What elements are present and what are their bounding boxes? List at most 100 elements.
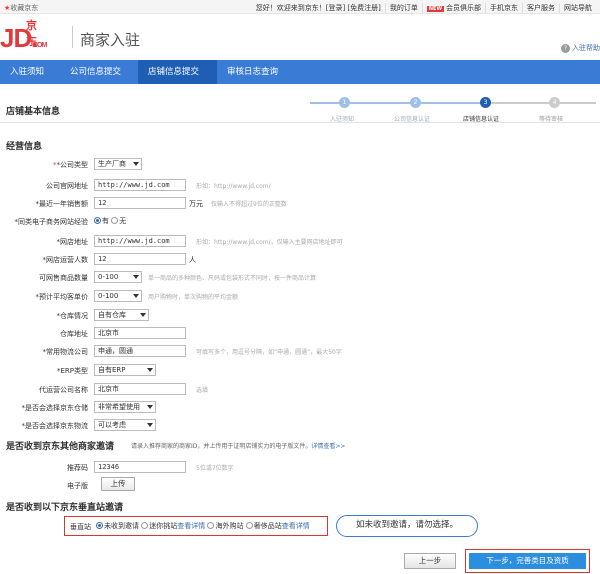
warehouse-label: *仓库情况: [56, 312, 89, 320]
turnover-hint: 仅输入不得超过9位的正整数: [211, 201, 287, 208]
company-type-label: **公司类型: [53, 161, 88, 169]
step-label-4: 等待审核: [539, 116, 564, 123]
jd-logo[interactable]: JD. 京东 COM: [0, 20, 47, 54]
agency-hint: 选填: [196, 387, 209, 394]
avg-price-hint: 用户购物时，单次购物的平均金额: [148, 294, 239, 301]
referral-code-input[interactable]: 12346: [94, 461, 186, 473]
step-line-done: [310, 102, 486, 104]
website-label: 公司官网地址: [46, 182, 88, 190]
warehouse-addr-input[interactable]: 北京市: [94, 327, 186, 339]
top-bar: ★收藏京东 您好！欢迎来到京东！[登录] [免费注册] 我的订单 NEW 会员俱乐…: [0, 0, 600, 14]
progress-steps: 1 2 3 4 入驻须知 公司信息认证 店铺信息认证 等待审核: [310, 97, 600, 127]
radio-no-invite[interactable]: [96, 522, 103, 529]
shop-url-hint: 形如：http://www.jd.com/，仅输入主要网店地址即可: [196, 239, 343, 246]
site-nav-link[interactable]: 网站导航: [560, 3, 596, 13]
chevron-down-icon: [147, 368, 153, 372]
erp-select[interactable]: 自有ERP: [94, 364, 156, 376]
vertical-label: 垂直站: [70, 523, 91, 531]
invite-desc: 请录入推荐商家的商家ID，并上传用于证明店铺实力的电子版文件。详情查看>>: [131, 443, 346, 450]
shop-url-input[interactable]: http://www.jd.com: [94, 235, 186, 247]
radio-overseas-site[interactable]: [207, 522, 215, 529]
customer-service-link[interactable]: 客户服务: [523, 3, 560, 13]
step-dot-2: 2: [410, 97, 421, 108]
ops-count-label: *网店运营人数: [42, 256, 89, 264]
step-dot-3: 3: [480, 97, 491, 108]
warehouse-addr-label: 仓库地址: [60, 330, 88, 338]
turnover-input[interactable]: 12: [94, 197, 186, 209]
jd-logistics-label: *是否会选择京东物流: [21, 422, 89, 430]
main-nav: 入驻须知 公司信息提交 店铺信息提交 审核日志查询: [0, 60, 600, 84]
page-title: 商家入驻: [80, 32, 141, 49]
chevron-down-icon: [147, 405, 153, 409]
ecommerce-exp-label: *同类电子商务网站经验: [14, 218, 89, 226]
agency-label: 代运营公司名称: [39, 386, 88, 394]
jd-warehouse-select[interactable]: 非常希望使用: [94, 401, 156, 413]
upload-button[interactable]: 上传: [101, 477, 135, 491]
mini-site-detail-link[interactable]: 查看详情: [177, 522, 205, 530]
step-line-todo: [486, 102, 596, 104]
referral-code-label: 推荐码: [67, 464, 88, 472]
invite-detail-link[interactable]: 详情查看>>: [311, 443, 345, 450]
callout-bubble: 如未收到邀请，请勿选择。: [336, 515, 478, 537]
ecommerce-exp-radios: 有 无: [94, 216, 126, 226]
chevron-down-icon: [140, 313, 146, 317]
section-title: 店铺基本信息: [6, 107, 61, 117]
step-dot-1: 1: [339, 97, 350, 108]
sku-count-label: 可网售商品数量: [39, 274, 88, 282]
sku-count-hint: 单一商品的多种颜色、尺码或包装形式不同时，按一件商品计算: [148, 275, 317, 282]
referral-code-hint: 5位或7位数字: [196, 465, 234, 472]
radio-no[interactable]: [111, 217, 119, 224]
radio-mini-site[interactable]: [141, 522, 149, 529]
question-icon: ?: [561, 44, 570, 53]
turnover-unit: 万元: [189, 200, 203, 208]
logistics-hint: 可填写多个，用逗号分隔，如“申通，圆通”，最大50字: [196, 349, 342, 356]
logo-divider: [72, 26, 73, 48]
ops-count-input[interactable]: 12: [94, 253, 186, 265]
chevron-down-icon: [133, 275, 139, 279]
website-input[interactable]: http://www.jd.com: [94, 179, 186, 191]
company-type-select[interactable]: 生产厂商: [94, 158, 142, 170]
my-orders-link[interactable]: 我的订单: [386, 3, 423, 13]
logistics-input[interactable]: 申通，圆通: [94, 345, 186, 357]
jd-warehouse-label: *是否会选择京东仓储: [21, 404, 89, 412]
chevron-down-icon: [147, 423, 153, 427]
new-badge: NEW: [426, 6, 444, 12]
operation-title: 经营信息: [6, 142, 43, 152]
avg-price-select[interactable]: 0-100: [94, 290, 142, 302]
next-button[interactable]: 下一步，完善类目及资质: [469, 553, 586, 569]
tab-notice[interactable]: 入驻须知: [0, 60, 60, 84]
turnover-label: *最近一年销售额: [35, 200, 89, 208]
logistics-label: *常用物流公司: [42, 348, 89, 356]
sku-count-select[interactable]: 0-100: [94, 271, 142, 283]
invite-title: 是否收到京东其他商家邀请: [6, 442, 115, 452]
website-hint: 形如：http://www.jd.com/: [196, 183, 271, 190]
top-links: 您好！欢迎来到京东！[登录] [免费注册] 我的订单 NEW 会员俱乐部 手机京东…: [252, 3, 596, 13]
jd-logistics-select[interactable]: 可以考虑: [94, 419, 156, 431]
file-label: 电子版: [67, 482, 88, 490]
step-label-2: 公司信息认证: [394, 116, 431, 123]
prev-button[interactable]: 上一步: [404, 553, 456, 569]
tab-company-info[interactable]: 公司信息提交: [60, 60, 137, 84]
shop-url-label: *网店地址: [56, 238, 89, 246]
mobile-jd-link[interactable]: 手机京东: [486, 3, 523, 13]
step-label-1: 入驻须知: [330, 116, 355, 123]
ops-count-unit: 人: [189, 256, 196, 264]
header: JD. 京东 COM 商家入驻 ? 入驻帮助: [0, 14, 600, 60]
erp-label: *ERP类型: [56, 367, 88, 375]
tab-audit-log[interactable]: 审核日志查询: [217, 60, 297, 84]
vertical-radios: 未收到邀请 迷你挑站查看详情 海外购站 奢侈品站查看详情: [96, 521, 310, 531]
radio-yes[interactable]: [94, 217, 101, 224]
radio-luxury-site[interactable]: [245, 522, 253, 529]
agency-input[interactable]: 北京市: [94, 383, 186, 395]
avg-price-label: *预计平均客单价: [35, 293, 89, 301]
help-link[interactable]: ? 入驻帮助: [561, 43, 600, 53]
member-club-link[interactable]: NEW 会员俱乐部: [423, 3, 486, 13]
step-dot-4: 4: [549, 97, 560, 108]
luxury-site-detail-link[interactable]: 查看详情: [282, 522, 310, 530]
greeting-text[interactable]: 您好！欢迎来到京东！[登录] [免费注册]: [252, 3, 386, 13]
favorite-link[interactable]: ★收藏京东: [4, 3, 38, 13]
chevron-down-icon: [133, 162, 139, 166]
step-label-3: 店铺信息认证: [463, 116, 500, 123]
tab-shop-info[interactable]: 店铺信息提交: [138, 60, 217, 84]
warehouse-select[interactable]: 自有仓库: [94, 309, 149, 321]
